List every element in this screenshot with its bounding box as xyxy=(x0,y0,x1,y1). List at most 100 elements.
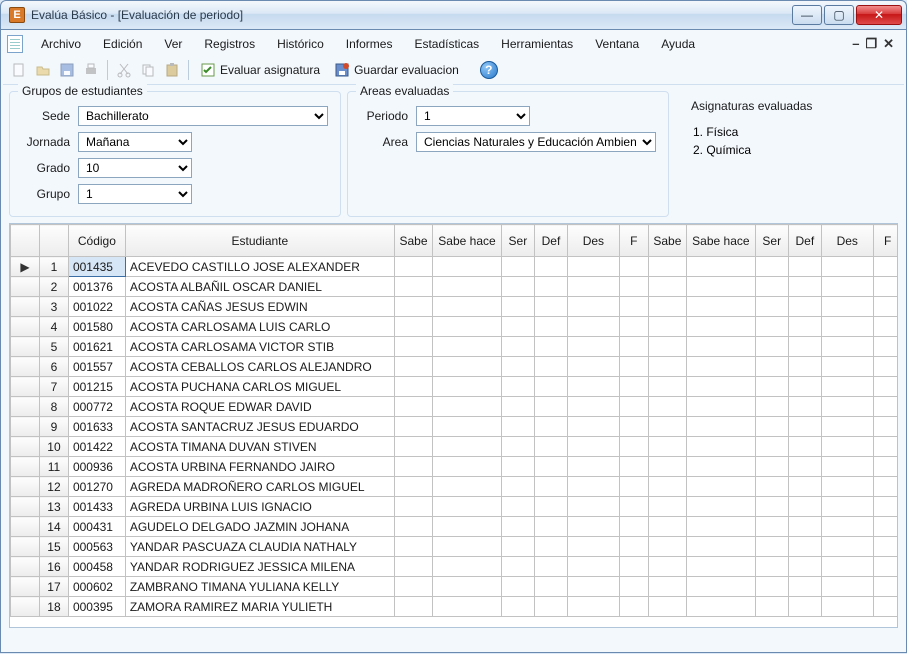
cell-empty[interactable] xyxy=(568,477,620,497)
cell-empty[interactable] xyxy=(821,257,873,277)
cell-empty[interactable] xyxy=(821,277,873,297)
cell-empty[interactable] xyxy=(648,597,686,617)
cell-empty[interactable] xyxy=(501,477,534,497)
cut-icon[interactable] xyxy=(114,60,134,80)
cell-empty[interactable] xyxy=(755,597,788,617)
cell-empty[interactable] xyxy=(687,277,756,297)
cell-empty[interactable] xyxy=(821,517,873,537)
cell-empty[interactable] xyxy=(873,397,897,417)
cell-codigo[interactable]: 001215 xyxy=(68,377,125,397)
cell-empty[interactable] xyxy=(687,417,756,437)
cell-empty[interactable] xyxy=(568,317,620,337)
cell-empty[interactable] xyxy=(788,417,821,437)
cell-empty[interactable] xyxy=(433,537,502,557)
cell-empty[interactable] xyxy=(687,257,756,277)
table-row[interactable]: 9001633ACOSTA SANTACRUZ JESUS EDUARDO xyxy=(11,417,898,437)
cell-empty[interactable] xyxy=(648,577,686,597)
cell-empty[interactable] xyxy=(821,397,873,417)
table-row[interactable]: 14000431AGUDELO DELGADO JAZMIN JOHANA xyxy=(11,517,898,537)
cell-empty[interactable] xyxy=(394,457,432,477)
cell-codigo[interactable]: 001633 xyxy=(68,417,125,437)
cell-empty[interactable] xyxy=(394,277,432,297)
cell-empty[interactable] xyxy=(568,417,620,437)
cell-empty[interactable] xyxy=(619,377,648,397)
col-def-1[interactable]: Def xyxy=(534,225,567,257)
cell-estudiante[interactable]: YANDAR PASCUAZA CLAUDIA NATHALY xyxy=(125,537,394,557)
guardar-evaluacion-button[interactable]: Guardar evaluacion xyxy=(329,59,464,81)
cell-empty[interactable] xyxy=(394,557,432,577)
cell-empty[interactable] xyxy=(788,537,821,557)
cell-empty[interactable] xyxy=(755,437,788,457)
cell-empty[interactable] xyxy=(788,397,821,417)
cell-empty[interactable] xyxy=(534,257,567,277)
col-sabehace-1[interactable]: Sabe hace xyxy=(433,225,502,257)
table-row[interactable]: 12001270AGREDA MADROÑERO CARLOS MIGUEL xyxy=(11,477,898,497)
cell-empty[interactable] xyxy=(755,517,788,537)
cell-empty[interactable] xyxy=(687,477,756,497)
cell-codigo[interactable]: 001580 xyxy=(68,317,125,337)
cell-empty[interactable] xyxy=(687,497,756,517)
jornada-select[interactable]: Mañana xyxy=(78,132,192,152)
copy-icon[interactable] xyxy=(138,60,158,80)
col-sabehace-2[interactable]: Sabe hace xyxy=(687,225,756,257)
cell-empty[interactable] xyxy=(501,597,534,617)
table-row[interactable]: 15000563YANDAR PASCUAZA CLAUDIA NATHALY xyxy=(11,537,898,557)
cell-empty[interactable] xyxy=(394,377,432,397)
cell-empty[interactable] xyxy=(755,337,788,357)
cell-empty[interactable] xyxy=(788,377,821,397)
cell-empty[interactable] xyxy=(501,437,534,457)
cell-empty[interactable] xyxy=(568,557,620,577)
col-codigo[interactable]: Código xyxy=(68,225,125,257)
cell-empty[interactable] xyxy=(648,317,686,337)
cell-empty[interactable] xyxy=(619,497,648,517)
cell-empty[interactable] xyxy=(534,597,567,617)
cell-empty[interactable] xyxy=(821,497,873,517)
cell-empty[interactable] xyxy=(755,537,788,557)
col-ser-2[interactable]: Ser xyxy=(755,225,788,257)
cell-empty[interactable] xyxy=(687,337,756,357)
cell-codigo[interactable]: 000458 xyxy=(68,557,125,577)
cell-empty[interactable] xyxy=(501,397,534,417)
cell-empty[interactable] xyxy=(433,517,502,537)
cell-codigo[interactable]: 000772 xyxy=(68,397,125,417)
cell-empty[interactable] xyxy=(619,337,648,357)
cell-empty[interactable] xyxy=(433,457,502,477)
cell-empty[interactable] xyxy=(501,497,534,517)
cell-empty[interactable] xyxy=(788,297,821,317)
cell-estudiante[interactable]: ZAMBRANO TIMANA YULIANA KELLY xyxy=(125,577,394,597)
cell-codigo[interactable]: 001022 xyxy=(68,297,125,317)
cell-empty[interactable] xyxy=(788,277,821,297)
cell-empty[interactable] xyxy=(788,357,821,377)
cell-empty[interactable] xyxy=(568,357,620,377)
cell-estudiante[interactable]: AGREDA MADROÑERO CARLOS MIGUEL xyxy=(125,477,394,497)
cell-estudiante[interactable]: ACOSTA CARLOSAMA LUIS CARLO xyxy=(125,317,394,337)
cell-empty[interactable] xyxy=(619,437,648,457)
cell-empty[interactable] xyxy=(501,257,534,277)
cell-empty[interactable] xyxy=(534,457,567,477)
cell-empty[interactable] xyxy=(568,577,620,597)
cell-empty[interactable] xyxy=(648,537,686,557)
cell-empty[interactable] xyxy=(501,457,534,477)
cell-empty[interactable] xyxy=(534,357,567,377)
menu-archivo[interactable]: Archivo xyxy=(31,34,91,54)
col-f-1[interactable]: F xyxy=(619,225,648,257)
cell-codigo[interactable]: 001557 xyxy=(68,357,125,377)
cell-codigo[interactable]: 000395 xyxy=(68,597,125,617)
cell-empty[interactable] xyxy=(755,497,788,517)
cell-empty[interactable] xyxy=(648,457,686,477)
cell-estudiante[interactable]: YANDAR RODRIGUEZ JESSICA MILENA xyxy=(125,557,394,577)
cell-empty[interactable] xyxy=(394,317,432,337)
cell-empty[interactable] xyxy=(788,317,821,337)
menu-herramientas[interactable]: Herramientas xyxy=(491,34,583,54)
cell-empty[interactable] xyxy=(534,317,567,337)
cell-empty[interactable] xyxy=(394,597,432,617)
table-row[interactable]: 6001557ACOSTA CEBALLOS CARLOS ALEJANDRO xyxy=(11,357,898,377)
cell-empty[interactable] xyxy=(394,437,432,457)
cell-empty[interactable] xyxy=(534,477,567,497)
cell-empty[interactable] xyxy=(788,437,821,457)
cell-empty[interactable] xyxy=(619,557,648,577)
cell-empty[interactable] xyxy=(873,477,897,497)
cell-empty[interactable] xyxy=(873,497,897,517)
cell-empty[interactable] xyxy=(648,357,686,377)
cell-empty[interactable] xyxy=(873,357,897,377)
